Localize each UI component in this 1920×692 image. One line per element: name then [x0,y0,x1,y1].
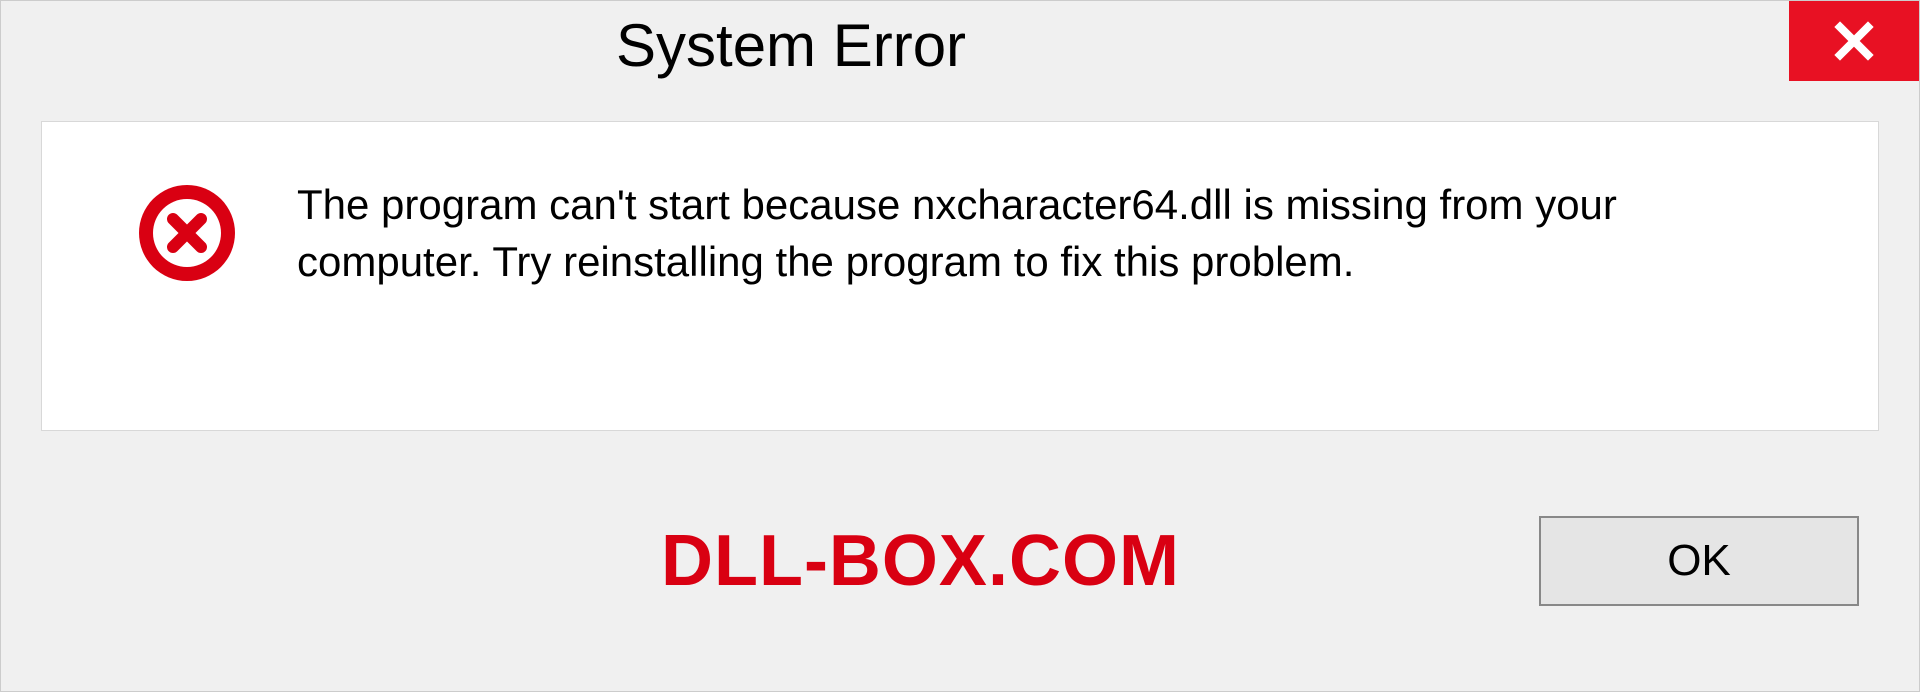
footer: DLL-BOX.COM OK [1,471,1919,691]
watermark-text: DLL-BOX.COM [661,520,1180,602]
ok-button[interactable]: OK [1539,516,1859,606]
close-button[interactable] [1789,1,1919,81]
content-box: The program can't start because nxcharac… [41,121,1879,431]
dialog-title: System Error [1,1,966,80]
error-dialog: System Error The program can't start bec… [0,0,1920,692]
error-message: The program can't start because nxcharac… [297,177,1808,290]
close-icon [1830,17,1878,65]
error-icon [137,183,237,283]
titlebar: System Error [1,1,1919,101]
